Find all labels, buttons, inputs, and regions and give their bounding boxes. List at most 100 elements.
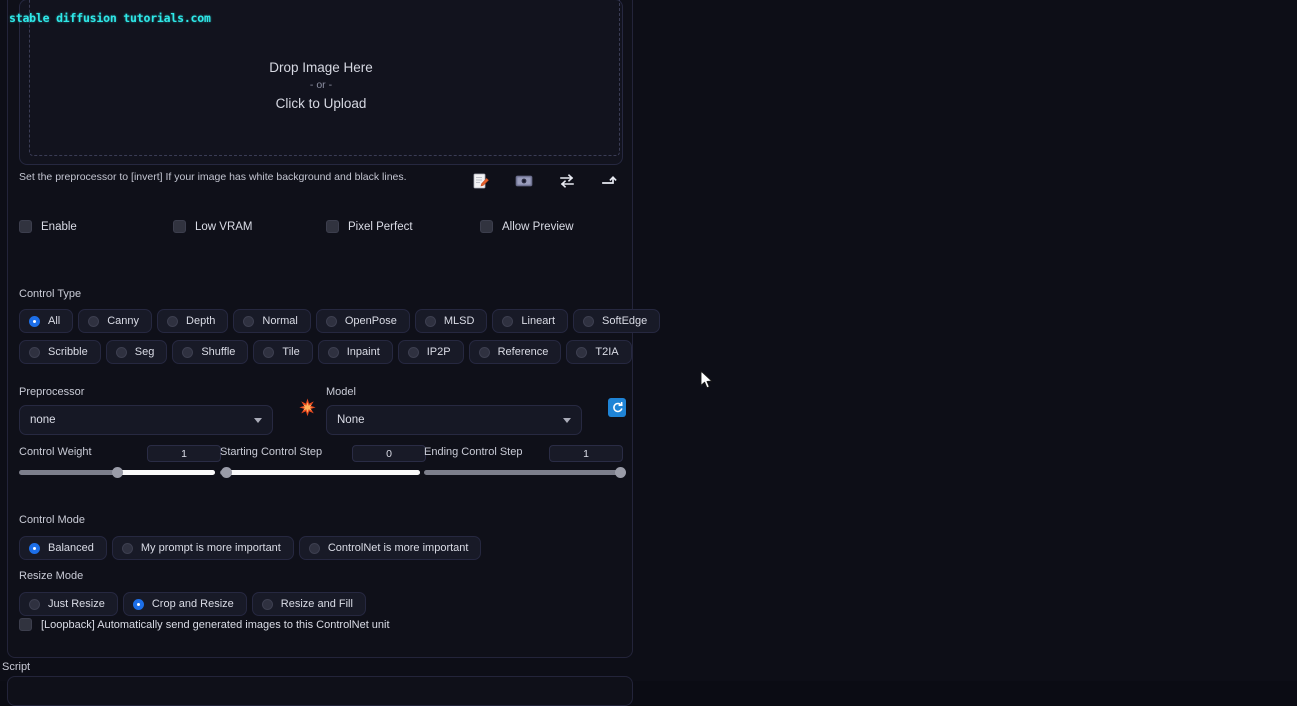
app-background: Drop Image Here - or - Click to Upload S…: [0, 0, 1297, 706]
toggle-options-row: Enable Low VRAM Pixel Perfect Allow Prev…: [19, 218, 623, 240]
preprocessor-label: Preprocessor: [19, 386, 85, 398]
control-type-label: Scribble: [48, 346, 88, 358]
send-arrow-icon[interactable]: [599, 170, 621, 192]
ending-step-slider-knob[interactable]: [615, 467, 626, 478]
resize-mode-label: Crop and Resize: [151, 598, 234, 610]
radio-icon[interactable]: [29, 346, 40, 358]
radio-icon[interactable]: [88, 315, 100, 327]
control-type-label: Tile: [282, 346, 300, 358]
chevron-down-icon: [254, 417, 262, 423]
script-section-label: Script: [2, 661, 31, 673]
control-type-label: OpenPose: [344, 315, 397, 327]
radio-icon[interactable]: [182, 346, 194, 358]
control-type-label: SoftEdge: [602, 315, 648, 327]
resize-mode-just-resize[interactable]: Just Resize: [19, 592, 118, 616]
radio-icon[interactable]: [115, 346, 127, 358]
control-type-mlsd[interactable]: MLSD: [414, 309, 488, 333]
model-dropdown[interactable]: None: [326, 405, 582, 435]
radio-icon[interactable]: [308, 542, 320, 554]
radio-icon[interactable]: [327, 346, 339, 358]
control-type-shuffle[interactable]: Shuffle: [172, 340, 249, 364]
radio-icon[interactable]: [325, 315, 337, 327]
control-type-t2ia[interactable]: T2IA: [566, 340, 632, 364]
radio-icon[interactable]: [478, 346, 490, 358]
control-weight-label: Control Weight: [19, 446, 92, 458]
resize-mode-label: Just Resize: [48, 598, 105, 610]
site-watermark: stable diffusion tutorials.com: [9, 11, 211, 25]
control-type-row-1: All Canny Depth Normal OpenPose MLSD Lineart So…: [19, 309, 661, 333]
control-type-lineart[interactable]: Lineart: [492, 309, 569, 333]
edit-file-icon[interactable]: [470, 170, 492, 192]
control-type-normal[interactable]: Normal: [233, 309, 311, 333]
radio-icon[interactable]: [502, 315, 514, 327]
control-type-label: Canny: [107, 315, 140, 327]
ending-step-slider[interactable]: [424, 467, 626, 478]
swap-arrows-icon[interactable]: [556, 170, 578, 192]
control-type-depth[interactable]: Depth: [157, 309, 229, 333]
radio-icon[interactable]: [132, 598, 144, 610]
radio-icon[interactable]: [576, 346, 588, 358]
checkbox-pixel-perfect[interactable]: Pixel Perfect: [326, 220, 413, 233]
starting-step-value[interactable]: 0: [352, 445, 426, 462]
resize-mode-crop-and-resize[interactable]: Crop and Resize: [122, 592, 247, 616]
checkbox-allow-preview[interactable]: Allow Preview: [480, 220, 574, 233]
control-type-openpose[interactable]: OpenPose: [315, 309, 410, 333]
low-vram-checkbox-box[interactable]: [173, 220, 186, 233]
radio-icon[interactable]: [243, 315, 255, 327]
sparkle-icon[interactable]: [299, 398, 316, 417]
ending-step-value[interactable]: 1: [549, 445, 623, 462]
control-type-label: Depth: [186, 315, 216, 327]
checkbox-enable[interactable]: Enable: [19, 220, 77, 233]
control-mode-label: My prompt is more important: [140, 542, 281, 554]
preprocessor-dropdown[interactable]: none: [19, 405, 273, 435]
radio-icon[interactable]: [29, 542, 40, 554]
radio-icon[interactable]: [29, 598, 40, 610]
control-type-tile[interactable]: Tile: [253, 340, 313, 364]
control-mode-controlnet-is-more-important[interactable]: ControlNet is more important: [298, 536, 482, 560]
mouse-cursor: [700, 370, 714, 390]
control-type-row-2: Scribble Seg Shuffle Tile Inpaint IP2P Referen…: [19, 340, 632, 364]
control-mode-my-prompt-is-more-important[interactable]: My prompt is more important: [111, 536, 294, 560]
radio-icon[interactable]: [263, 346, 275, 358]
radio-icon[interactable]: [167, 315, 179, 327]
loopback-checkbox-box[interactable]: [19, 618, 32, 631]
radio-icon[interactable]: [424, 315, 436, 327]
control-type-label: MLSD: [443, 315, 475, 327]
control-weight-slider-knob[interactable]: [112, 467, 123, 478]
preprocessor-value: none: [30, 414, 56, 426]
chevron-down-icon: [563, 417, 571, 423]
allow-preview-checkbox-box[interactable]: [480, 220, 493, 233]
control-type-reference[interactable]: Reference: [468, 340, 562, 364]
control-type-seg[interactable]: Seg: [105, 340, 168, 364]
enable-checkbox-box[interactable]: [19, 220, 32, 233]
control-type-scribble[interactable]: Scribble: [19, 340, 101, 364]
control-type-inpaint[interactable]: Inpaint: [317, 340, 393, 364]
control-type-label: T2IA: [595, 346, 619, 358]
loopback-checkbox[interactable]: [Loopback] Automatically send generated …: [19, 618, 390, 631]
radio-icon[interactable]: [261, 598, 273, 610]
pixel-perfect-checkbox-box[interactable]: [326, 220, 339, 233]
radio-icon[interactable]: [583, 315, 595, 327]
control-mode-label: ControlNet is more important: [327, 542, 469, 554]
control-type-ip2p[interactable]: IP2P: [397, 340, 464, 364]
resize-mode-resize-and-fill[interactable]: Resize and Fill: [251, 592, 366, 616]
control-mode-balanced[interactable]: Balanced: [19, 536, 107, 560]
radio-icon[interactable]: [121, 542, 133, 554]
control-type-label: Lineart: [521, 315, 556, 327]
starting-step-slider-knob[interactable]: [221, 467, 232, 478]
radio-icon[interactable]: [29, 315, 40, 327]
pixel-perfect-label: Pixel Perfect: [348, 220, 413, 233]
control-type-all[interactable]: All: [19, 309, 74, 333]
refresh-models-button[interactable]: [608, 398, 626, 417]
webcam-icon[interactable]: [513, 170, 535, 192]
control-type-softedge[interactable]: SoftEdge: [573, 309, 661, 333]
click-to-upload-label[interactable]: Click to Upload: [20, 94, 622, 113]
control-type-canny[interactable]: Canny: [78, 309, 153, 333]
checkbox-low-vram[interactable]: Low VRAM: [173, 220, 253, 233]
loopback-label: [Loopback] Automatically send generated …: [41, 618, 390, 631]
control-weight-slider[interactable]: [19, 467, 215, 478]
starting-step-slider[interactable]: [220, 467, 420, 478]
radio-icon[interactable]: [407, 346, 419, 358]
control-weight-value[interactable]: 1: [147, 445, 221, 462]
model-label: Model: [326, 386, 356, 398]
